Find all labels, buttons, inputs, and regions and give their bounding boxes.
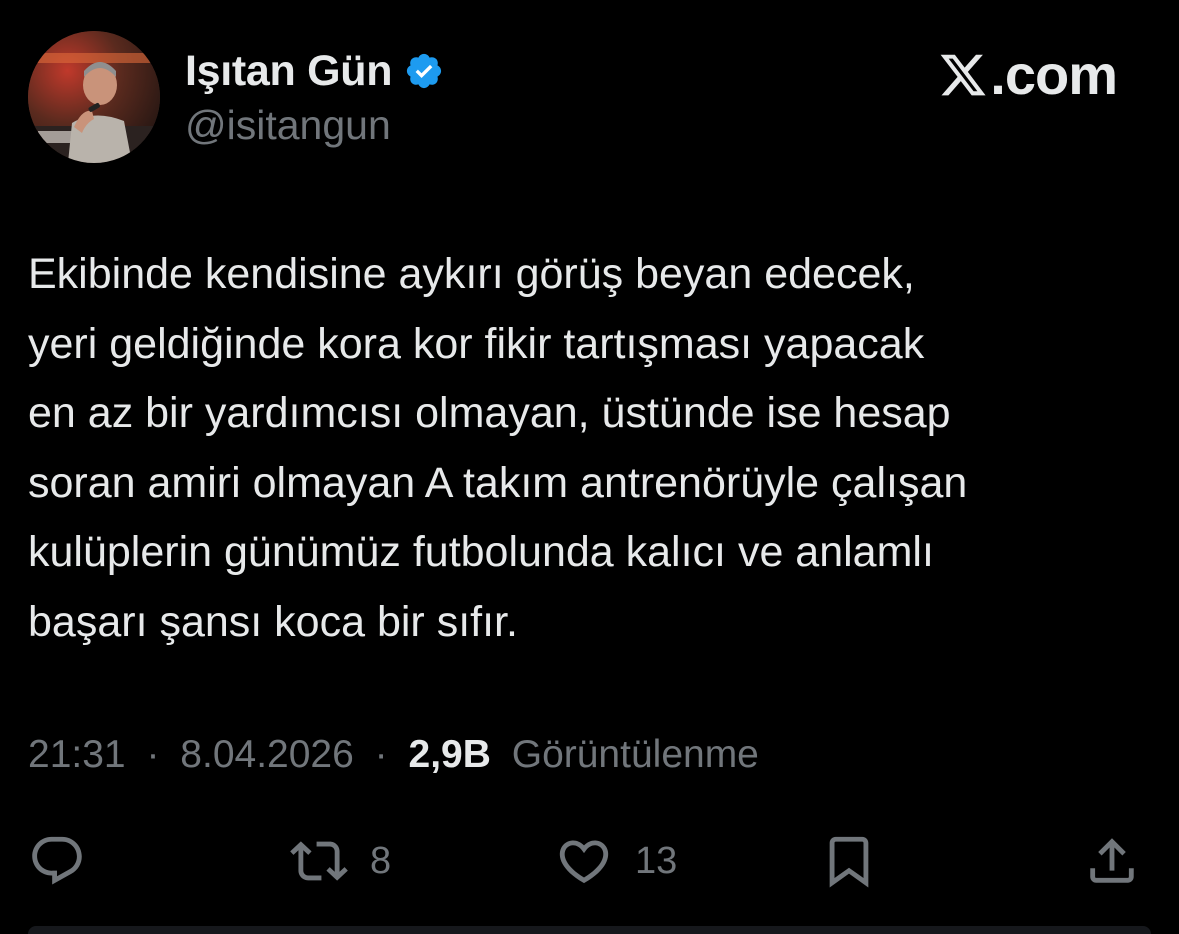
- avatar[interactable]: [28, 31, 160, 163]
- like-count: 13: [635, 839, 678, 882]
- share-icon: [1083, 832, 1141, 890]
- views-count: 2,9B: [408, 733, 491, 776]
- brand-domain-text: .com: [990, 43, 1118, 106]
- author-handle[interactable]: @isitangun: [185, 102, 391, 149]
- tweet-time[interactable]: 21:31: [28, 733, 126, 776]
- reply-button[interactable]: [28, 826, 108, 896]
- tweet-date[interactable]: 8.04.2026: [180, 733, 354, 776]
- avatar-photo: [28, 31, 160, 163]
- like-button[interactable]: 13: [555, 826, 677, 896]
- verified-badge-icon: [404, 51, 444, 91]
- bookmark-button[interactable]: [820, 826, 878, 896]
- author-name-row[interactable]: Işıtan Gün: [185, 44, 444, 98]
- action-bar: 8 13: [0, 826, 1179, 896]
- meta-separator: ·: [146, 733, 160, 776]
- views-label: Görüntülenme: [511, 733, 759, 776]
- repost-button[interactable]: 8: [290, 826, 391, 896]
- meta-separator: ·: [374, 733, 388, 776]
- reply-icon: [28, 832, 86, 890]
- x-logo-icon: [938, 50, 988, 100]
- author-display-name[interactable]: Işıtan Gün: [185, 47, 393, 96]
- bookmark-icon: [820, 832, 878, 890]
- share-button[interactable]: [1083, 826, 1141, 896]
- brand-logo: .com: [938, 42, 1118, 107]
- repost-icon: [290, 832, 348, 890]
- tweet-meta: 21:31 · 8.04.2026 · 2,9B Görüntülenme: [28, 733, 759, 777]
- tweet-text: Ekibinde kendisine aykırı görüş beyan ed…: [28, 250, 968, 646]
- heart-icon: [555, 832, 613, 890]
- repost-count: 8: [370, 839, 392, 882]
- next-card-edge: [28, 926, 1151, 934]
